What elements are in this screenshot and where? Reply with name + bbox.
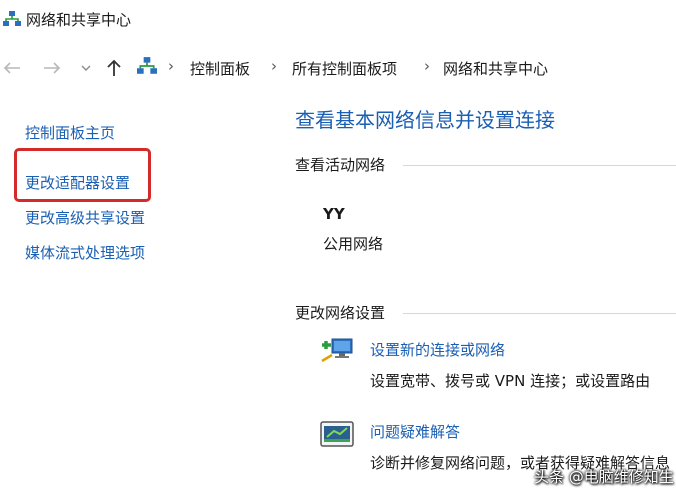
sidebar-item-home[interactable]: 控制面板主页 [25, 122, 115, 143]
network-name: YY [323, 205, 345, 223]
forward-arrow-icon [44, 62, 61, 74]
back-arrow-icon [3, 62, 20, 74]
navigation-bar: › 控制面板 › 所有控制面板项 › 网络和共享中心 [0, 50, 676, 86]
breadcrumb-control-panel[interactable]: 控制面板 [190, 58, 250, 79]
sidebar-item-media-streaming[interactable]: 媒体流式处理选项 [25, 242, 145, 263]
network-center-address-icon [137, 56, 157, 80]
troubleshoot-icon[interactable] [320, 421, 356, 453]
troubleshoot-link[interactable]: 问题疑难解答 [370, 421, 460, 442]
network-type: 公用网络 [323, 235, 384, 253]
breadcrumb-separator-icon: › [271, 57, 277, 75]
breadcrumb-all-items[interactable]: 所有控制面板项 [292, 58, 397, 79]
title-bar: 网络和共享中心 [0, 0, 676, 40]
window-title: 网络和共享中心 [26, 11, 132, 29]
setup-connection-description: 设置宽带、拨号或 VPN 连接；或设置路由 [370, 372, 651, 390]
network-setup-icon[interactable] [320, 335, 356, 369]
forward-button[interactable] [40, 55, 64, 81]
up-arrow-icon [107, 59, 121, 76]
breadcrumb-network-center[interactable]: 网络和共享中心 [443, 58, 548, 79]
recent-locations-button[interactable] [78, 55, 94, 81]
setup-connection-link[interactable]: 设置新的连接或网络 [370, 339, 505, 360]
breadcrumb-separator-icon: › [424, 57, 430, 75]
highlight-annotation [14, 148, 151, 202]
breadcrumb-separator-icon: › [168, 57, 174, 75]
chevron-down-icon [81, 65, 91, 71]
section-divider [403, 313, 676, 314]
active-networks-header: 查看活动网络 [295, 156, 386, 174]
page-title: 查看基本网络信息并设置连接 [295, 108, 555, 132]
change-settings-header: 更改网络设置 [295, 304, 386, 322]
up-button[interactable] [102, 55, 126, 81]
back-button[interactable] [0, 55, 24, 81]
network-center-icon [3, 10, 21, 32]
sidebar-item-advanced-sharing[interactable]: 更改高级共享设置 [25, 207, 145, 228]
section-divider [403, 165, 676, 166]
watermark: 头条 @电脑维修知生 [534, 468, 674, 486]
